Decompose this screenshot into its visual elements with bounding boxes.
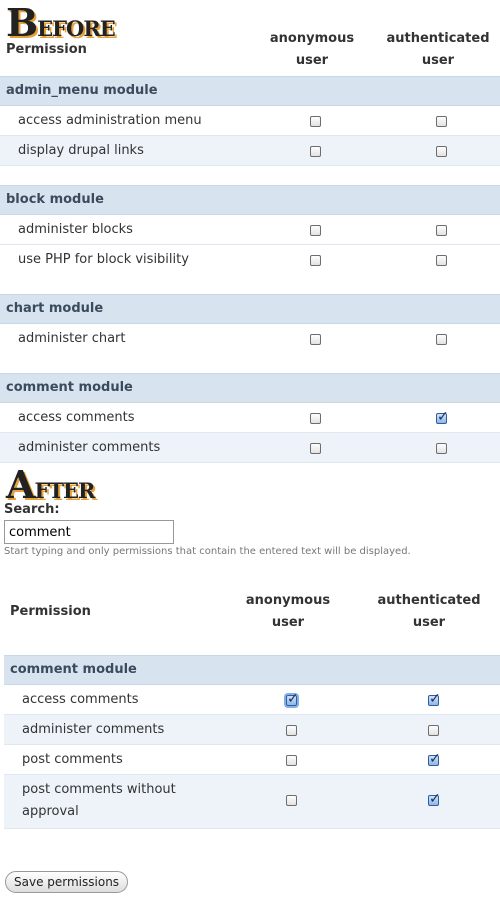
permission-label: use PHP for block visibility <box>18 252 189 267</box>
search-input[interactable] <box>4 520 174 544</box>
before-authenticated-header-line1: authenticated <box>386 31 490 46</box>
authenticated-checkbox[interactable] <box>436 225 447 236</box>
after-anonymous-header: anonymous user <box>232 590 344 634</box>
after-anonymous-header-line1: anonymous <box>245 593 331 608</box>
module-name: chart module <box>6 301 104 316</box>
authenticated-checkbox[interactable] <box>436 409 449 425</box>
table-row: use PHP for block visibility <box>0 245 500 275</box>
anonymous-checkbox[interactable] <box>286 795 297 806</box>
authenticated-checkbox[interactable] <box>436 334 447 345</box>
search-label: Search: <box>4 502 60 517</box>
anonymous-checkbox[interactable] <box>310 116 321 127</box>
authenticated-checkbox[interactable] <box>428 725 439 736</box>
after-title-cap: A <box>6 462 36 507</box>
module-name: admin_menu module <box>6 83 158 98</box>
after-permission-header: Permission <box>10 604 91 619</box>
module-name: comment module <box>6 380 133 395</box>
permission-label: administer comments <box>22 722 165 737</box>
permission-label: post comments without approval <box>22 779 176 823</box>
authenticated-checkbox[interactable] <box>436 255 447 266</box>
table-row: administer comments <box>4 715 500 745</box>
before-authenticated-header: authenticated user <box>382 28 494 72</box>
permission-label: access comments <box>18 410 135 425</box>
authenticated-checkbox[interactable] <box>436 443 447 454</box>
table-row: administer chart <box>0 324 500 354</box>
permission-label: administer chart <box>18 331 126 346</box>
anonymous-checkbox[interactable] <box>286 691 299 707</box>
authenticated-checkbox[interactable] <box>436 116 447 127</box>
table-row: access administration menu <box>0 106 500 136</box>
permission-label: administer comments <box>18 440 161 455</box>
before-anonymous-header-line2: user <box>295 53 329 68</box>
after-module-row: comment module <box>4 655 500 685</box>
table-row: display drupal links <box>0 136 500 166</box>
permission-label-line2: approval <box>22 804 79 819</box>
permission-label: display drupal links <box>18 143 144 158</box>
after-authenticated-header-line2: user <box>412 615 446 630</box>
anonymous-checkbox[interactable] <box>310 225 321 236</box>
anonymous-checkbox[interactable] <box>310 146 321 157</box>
table-row: access comments <box>4 685 500 715</box>
permission-label-line1: post comments without <box>22 782 176 797</box>
after-anonymous-header-line2: user <box>271 615 305 630</box>
table-row: post comments <box>4 745 500 775</box>
table-row: administer blocks <box>0 215 500 245</box>
before-module-row: chart module <box>0 294 500 324</box>
search-hint: Start typing and only permissions that c… <box>4 546 411 557</box>
module-name: block module <box>6 192 104 207</box>
before-module-row: block module <box>0 185 500 215</box>
authenticated-checkbox[interactable] <box>428 791 441 807</box>
before-module-row: comment module <box>0 373 500 403</box>
module-name: comment module <box>10 662 137 677</box>
anonymous-checkbox[interactable] <box>310 443 321 454</box>
before-authenticated-header-line2: user <box>421 53 455 68</box>
save-permissions-button[interactable]: Save permissions <box>5 871 129 893</box>
after-authenticated-header-line1: authenticated <box>377 593 481 608</box>
before-title-cap: B <box>6 0 38 45</box>
permission-label: access administration menu <box>18 113 202 128</box>
anonymous-checkbox[interactable] <box>310 255 321 266</box>
table-row: access comments <box>0 403 500 433</box>
after-title: After <box>6 466 95 506</box>
permission-label: access comments <box>22 692 139 707</box>
before-title-rest: efore <box>37 9 116 44</box>
before-title: Before <box>6 4 116 44</box>
after-title-rest: fter <box>34 471 95 506</box>
after-authenticated-header: authenticated user <box>373 590 485 634</box>
authenticated-checkbox[interactable] <box>428 751 441 767</box>
anonymous-checkbox[interactable] <box>310 334 321 345</box>
anonymous-checkbox[interactable] <box>286 725 297 736</box>
before-anonymous-header: anonymous user <box>256 28 368 72</box>
authenticated-checkbox[interactable] <box>428 691 441 707</box>
before-module-row: admin_menu module <box>0 76 500 106</box>
anonymous-checkbox[interactable] <box>310 413 321 424</box>
before-anonymous-header-line1: anonymous <box>269 31 355 46</box>
anonymous-checkbox[interactable] <box>286 755 297 766</box>
permission-label: post comments <box>22 752 123 767</box>
authenticated-checkbox[interactable] <box>436 146 447 157</box>
before-permission-header: Permission <box>6 42 87 57</box>
table-row: post comments without approval <box>4 775 500 829</box>
permission-label: administer blocks <box>18 222 133 237</box>
table-row: administer comments <box>0 433 500 463</box>
